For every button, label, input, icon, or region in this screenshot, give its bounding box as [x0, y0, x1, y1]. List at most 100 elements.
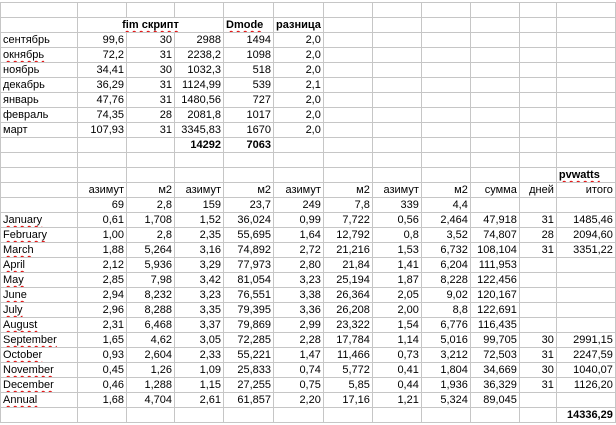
month-cell[interactable]: February	[0, 227, 78, 243]
cell[interactable]: 0,74	[273, 362, 324, 378]
cell[interactable]: 27,255	[223, 377, 274, 393]
cell[interactable]: 8,8	[420, 302, 471, 318]
cell[interactable]	[371, 62, 422, 78]
cell[interactable]: 7,98	[126, 272, 175, 288]
cell[interactable]	[371, 17, 422, 33]
cell[interactable]: 2,0	[273, 32, 324, 48]
param-cell[interactable]: 159	[174, 197, 224, 213]
cell[interactable]: 30	[126, 62, 175, 78]
cell[interactable]	[469, 197, 520, 213]
cell[interactable]	[223, 407, 274, 423]
dmode-total[interactable]: 7063	[223, 137, 274, 153]
month-cell[interactable]: September	[0, 332, 78, 348]
cell[interactable]: 727	[223, 92, 274, 108]
cell[interactable]: 1,26	[126, 362, 175, 378]
cell[interactable]: 107,93	[77, 122, 127, 138]
cell[interactable]: 1,88	[77, 242, 127, 258]
cell[interactable]: 2,0	[273, 47, 324, 63]
cell[interactable]	[518, 302, 557, 318]
cell[interactable]	[518, 317, 557, 333]
cell[interactable]	[420, 107, 471, 123]
cell[interactable]: 21,216	[322, 242, 373, 258]
cell[interactable]: 79,869	[223, 317, 274, 333]
cell[interactable]	[371, 137, 422, 153]
cell[interactable]: 1032,3	[174, 62, 224, 78]
cell[interactable]	[0, 197, 78, 213]
cell[interactable]	[77, 152, 127, 168]
cell[interactable]: 2,28	[273, 332, 324, 348]
cell[interactable]	[126, 137, 175, 153]
cell[interactable]	[322, 62, 373, 78]
cell[interactable]: 2247,59	[555, 347, 616, 363]
cell[interactable]: 1,288	[126, 377, 175, 393]
cell[interactable]: 6,468	[126, 317, 175, 333]
cell[interactable]: 31	[126, 77, 175, 93]
month-cell[interactable]: January	[0, 212, 78, 228]
cell[interactable]: 539	[223, 77, 274, 93]
column-header[interactable]: сумма	[469, 182, 520, 198]
cell[interactable]: 0,8	[371, 227, 422, 243]
column-header[interactable]: дней	[518, 182, 557, 198]
month-cell[interactable]: June	[0, 287, 78, 303]
cell[interactable]: 36,024	[223, 212, 274, 228]
cell[interactable]	[174, 407, 224, 423]
cell[interactable]: 1,65	[77, 332, 127, 348]
cell[interactable]: 6,204	[420, 257, 471, 273]
cell[interactable]: 120,167	[469, 287, 520, 303]
cell[interactable]	[555, 302, 616, 318]
month-cell[interactable]: April	[0, 257, 78, 273]
cell[interactable]: 1670	[223, 122, 274, 138]
cell[interactable]: 8,228	[420, 272, 471, 288]
cell[interactable]: 0,99	[273, 212, 324, 228]
cell[interactable]	[223, 152, 274, 168]
cell[interactable]: 1,87	[371, 272, 422, 288]
cell[interactable]	[469, 17, 520, 33]
cell[interactable]: 8,288	[126, 302, 175, 318]
cell[interactable]: 72,503	[469, 347, 520, 363]
cell[interactable]	[518, 122, 557, 138]
cell[interactable]	[555, 77, 616, 93]
month-cell[interactable]: сентябрь	[0, 32, 78, 48]
cell[interactable]: 2,20	[273, 392, 324, 408]
cell[interactable]	[420, 17, 471, 33]
cell[interactable]	[555, 317, 616, 333]
month-cell[interactable]: декабрь	[0, 77, 78, 93]
cell[interactable]: 28	[518, 227, 557, 243]
cell[interactable]: 3,23	[273, 272, 324, 288]
cell[interactable]: 1124,99	[174, 77, 224, 93]
cell[interactable]: 5,85	[322, 377, 373, 393]
cell[interactable]	[0, 2, 78, 18]
cell[interactable]: 1040,07	[555, 362, 616, 378]
cell[interactable]	[469, 92, 520, 108]
cell[interactable]	[420, 122, 471, 138]
dmode-header[interactable]: Dmode	[223, 17, 274, 33]
cell[interactable]: 0,44	[371, 377, 422, 393]
cell[interactable]: 25,833	[223, 362, 274, 378]
cell[interactable]: 1494	[223, 32, 274, 48]
column-header[interactable]: азимут	[174, 182, 224, 198]
cell[interactable]	[322, 92, 373, 108]
cell[interactable]	[518, 137, 557, 153]
cell[interactable]	[371, 152, 422, 168]
cell[interactable]: 1,09	[174, 362, 224, 378]
cell[interactable]: 5,936	[126, 257, 175, 273]
cell[interactable]: 2,85	[77, 272, 127, 288]
cell[interactable]	[555, 2, 616, 18]
cell[interactable]: 2,80	[273, 257, 324, 273]
cell[interactable]	[322, 107, 373, 123]
cell[interactable]: 21,84	[322, 257, 373, 273]
cell[interactable]	[420, 77, 471, 93]
cell[interactable]: 2,1	[273, 77, 324, 93]
cell[interactable]: 79,395	[223, 302, 274, 318]
cell[interactable]	[371, 92, 422, 108]
cell[interactable]	[174, 152, 224, 168]
cell[interactable]: 2,94	[77, 287, 127, 303]
cell[interactable]: 55,695	[223, 227, 274, 243]
cell[interactable]	[322, 77, 373, 93]
cell[interactable]: 61,857	[223, 392, 274, 408]
cell[interactable]	[223, 167, 274, 183]
cell[interactable]: 1,52	[174, 212, 224, 228]
cell[interactable]	[371, 167, 422, 183]
cell[interactable]	[273, 167, 324, 183]
cell[interactable]: 2,33	[174, 347, 224, 363]
